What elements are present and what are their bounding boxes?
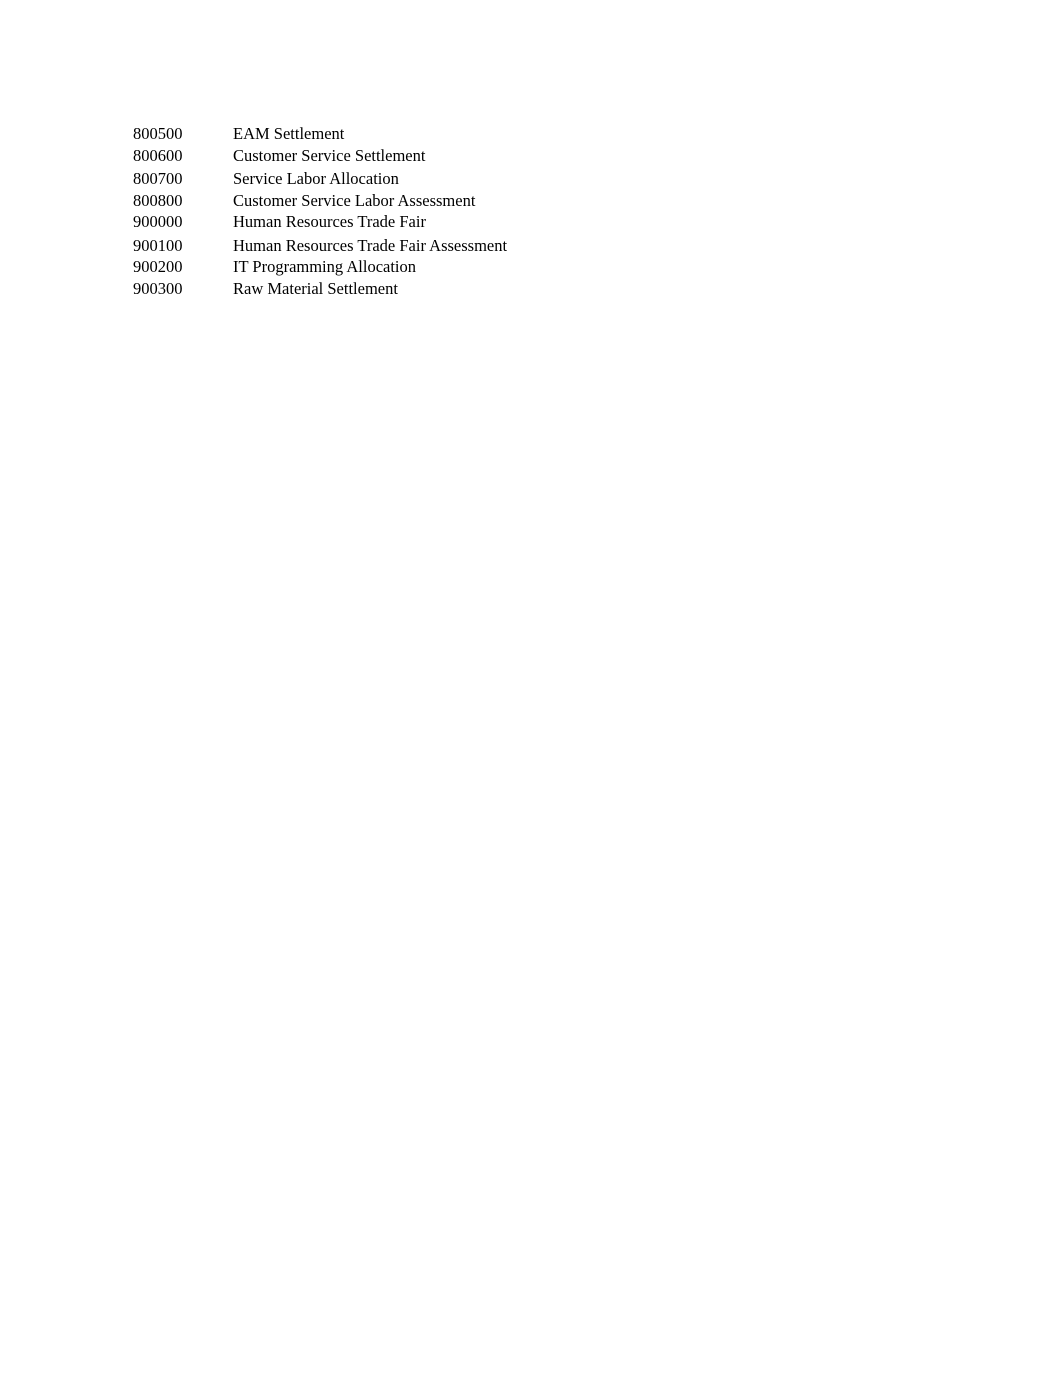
row-description: EAM Settlement xyxy=(233,124,345,143)
row-code: 900300 xyxy=(133,279,183,298)
row-code: 800800 xyxy=(133,191,183,210)
row-description: Raw Material Settlement xyxy=(233,279,398,298)
row-description: IT Programming Allocation xyxy=(233,257,417,276)
row-code: 800700 xyxy=(133,169,183,188)
row-code: 800500 xyxy=(133,124,183,143)
row-code: 900000 xyxy=(133,212,183,231)
row-description: Human Resources Trade Fair xyxy=(233,212,426,231)
row-description: Customer Service Labor Assessment xyxy=(233,191,476,210)
row-description: Human Resources Trade Fair Assessment xyxy=(233,236,508,255)
row-code: 800600 xyxy=(133,146,183,165)
row-code: 900200 xyxy=(133,257,183,276)
row-code: 900100 xyxy=(133,236,183,255)
row-description: Service Labor Allocation xyxy=(233,169,399,188)
row-description: Customer Service Settlement xyxy=(233,146,426,165)
